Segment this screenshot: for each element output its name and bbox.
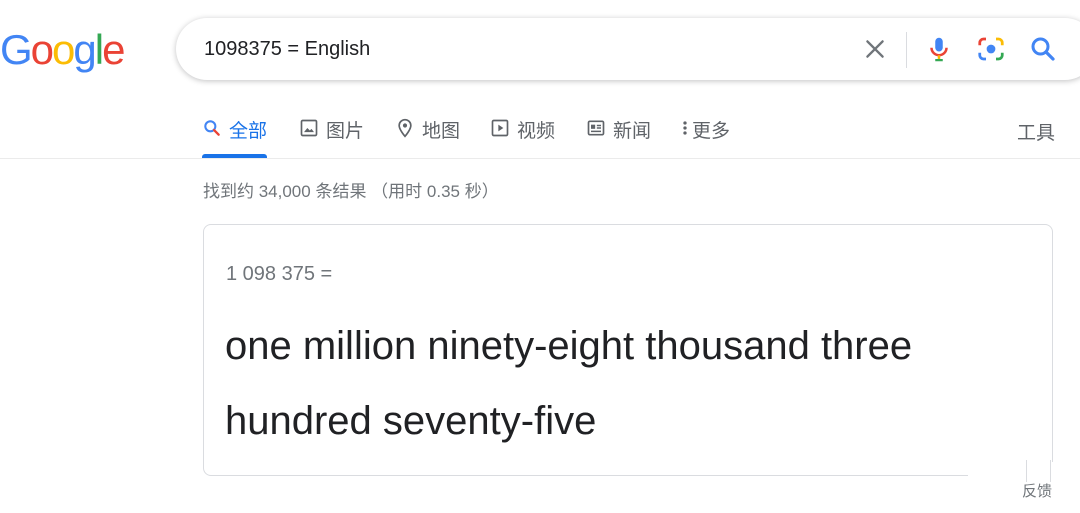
tab-label: 图片 [326, 121, 365, 142]
feedback-bracket [1026, 460, 1027, 482]
result-stats: 找到约 34,000 条结果 （用时 0.35 秒） [203, 182, 499, 201]
tab-label: 全部 [229, 121, 268, 142]
tab-label: 视频 [517, 121, 556, 142]
logo-letter: e [102, 26, 125, 73]
logo-letter: o [52, 26, 75, 73]
search-icon[interactable] [1028, 34, 1058, 64]
play-icon [490, 118, 510, 138]
image-icon [299, 118, 319, 138]
feedback-bracket [1050, 460, 1051, 482]
equation-text: 1 098 375 = [226, 263, 333, 285]
news-icon [586, 118, 606, 138]
tab-label: 新闻 [613, 121, 652, 142]
tab-images[interactable]: 图片 [299, 116, 364, 158]
search-input[interactable]: 1098375 = English [204, 38, 370, 61]
clear-icon[interactable] [862, 36, 888, 62]
tools-button[interactable]: 工具 [1017, 118, 1055, 145]
tab-more[interactable]: 更多 [680, 116, 730, 158]
search-divider [906, 32, 907, 68]
search-icon [202, 118, 222, 138]
more-vertical-icon [680, 118, 690, 138]
map-pin-icon [395, 118, 415, 138]
camera-lens-icon[interactable] [976, 34, 1006, 64]
number-to-words-card: 1 098 375 = one million ninety-eight tho… [203, 224, 1053, 476]
google-logo[interactable]: Google [0, 26, 125, 74]
tab-news[interactable]: 新闻 [586, 116, 651, 158]
logo-letter: o [30, 26, 54, 73]
tab-label: 更多 [692, 121, 731, 142]
answer-text: one million ninety-eight thousand three … [225, 324, 913, 443]
search-box[interactable]: 1098375 = English [176, 18, 1080, 80]
tab-all[interactable]: 全部 [202, 116, 267, 158]
header-divider [0, 158, 1080, 159]
logo-letter: G [0, 26, 33, 73]
feedback-link[interactable]: 反馈 [1022, 480, 1052, 501]
tab-maps[interactable]: 地图 [395, 116, 460, 158]
tab-videos[interactable]: 视频 [490, 116, 555, 158]
microphone-icon[interactable] [924, 34, 954, 64]
logo-letter: g [73, 26, 96, 73]
logo-letter: l [94, 26, 104, 73]
tab-label: 地图 [422, 121, 461, 142]
